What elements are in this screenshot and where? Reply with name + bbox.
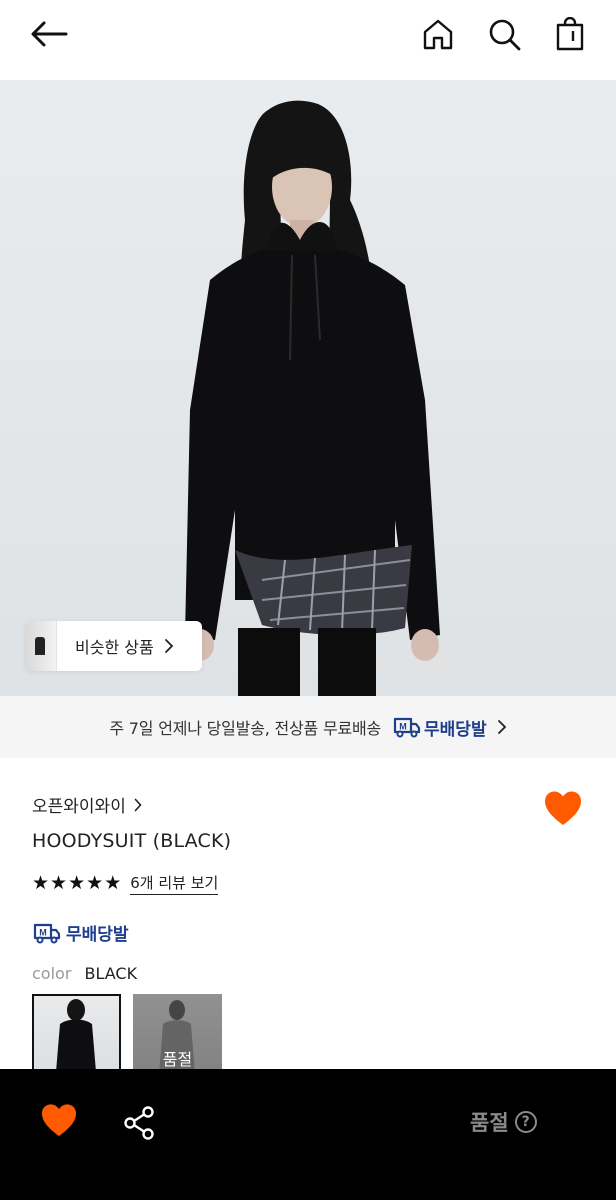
truck-mark: M (399, 722, 407, 732)
chevron-right-icon (164, 639, 173, 653)
chevron-right-icon (134, 798, 142, 811)
color-swatch-black[interactable] (32, 994, 121, 1074)
same-day-shipping-badge: M 무배당발 (393, 715, 487, 740)
heart-icon (41, 1104, 77, 1137)
similar-products-button[interactable]: 비슷한 상품 (25, 621, 202, 671)
brand-link[interactable]: 오픈와이와이 (32, 792, 142, 817)
sold-out-tag: 품절 (162, 1050, 193, 1069)
home-icon (423, 19, 453, 50)
promo-text: 주 7일 언제나 당일발송, 전상품 무료배송 (109, 719, 382, 738)
delivery-truck-icon: M (33, 923, 61, 943)
back-arrow-icon (31, 21, 68, 47)
search-button[interactable] (484, 14, 524, 54)
same-day-shipping-badge: M 무배당발 (32, 920, 129, 945)
truck-mark: M (39, 927, 47, 937)
help-icon[interactable]: ? (514, 1111, 537, 1133)
similar-products-thumbnail (25, 621, 57, 671)
free-shipping-promo-banner[interactable]: 주 7일 언제나 당일발송, 전상품 무료배송 M 무배당발 (0, 696, 616, 758)
delivery-truck-icon: M (393, 717, 421, 738)
chevron-right-icon (497, 720, 506, 734)
free-ship-label: 무배당발 (66, 925, 129, 945)
color-swatch-list: 품절 (32, 994, 222, 1074)
rating-row: ★ ★ ★ ★ ★ 6개 리뷰 보기 (32, 872, 219, 895)
sold-out-status: 품절 ? (470, 1107, 537, 1137)
promo-badge-label: 무배당발 (424, 719, 487, 740)
swatch-thumbnail (56, 999, 96, 1072)
heart-icon (545, 791, 581, 825)
sold-out-label: 품절 (470, 1111, 509, 1135)
sold-out-overlay: 품절 (133, 994, 222, 1074)
similar-products-label: 비슷한 상품 (75, 638, 154, 657)
star-icon: ★ (104, 872, 122, 894)
color-option-row: color BLACK (32, 964, 137, 983)
bottom-action-bar: 품절 ? (0, 1069, 616, 1200)
star-icon: ★ (68, 872, 86, 894)
top-app-bar (0, 0, 616, 80)
color-label: color (32, 964, 72, 983)
back-button[interactable] (28, 14, 68, 54)
color-swatch-gray[interactable]: 품절 (133, 994, 222, 1074)
star-icon: ★ (50, 872, 68, 894)
shopping-bag-button[interactable] (550, 14, 590, 54)
brand-name: 오픈와이와이 (32, 797, 126, 817)
product-hero-image[interactable]: 비슷한 상품 (0, 80, 616, 696)
shopping-bag-icon (556, 17, 584, 51)
share-button[interactable] (122, 1105, 158, 1141)
star-icon: ★ (32, 872, 50, 894)
product-title: HOODYSUIT (BLACK) (32, 830, 232, 852)
model-photo (185, 100, 440, 696)
color-value: BLACK (84, 964, 138, 983)
reviews-link[interactable]: 6개 리뷰 보기 (130, 872, 219, 895)
wishlist-button[interactable] (543, 790, 583, 828)
wishlist-button[interactable] (40, 1103, 80, 1141)
share-icon (124, 1106, 154, 1140)
search-icon (489, 19, 521, 51)
star-icon: ★ (86, 872, 104, 894)
home-button[interactable] (418, 14, 458, 54)
